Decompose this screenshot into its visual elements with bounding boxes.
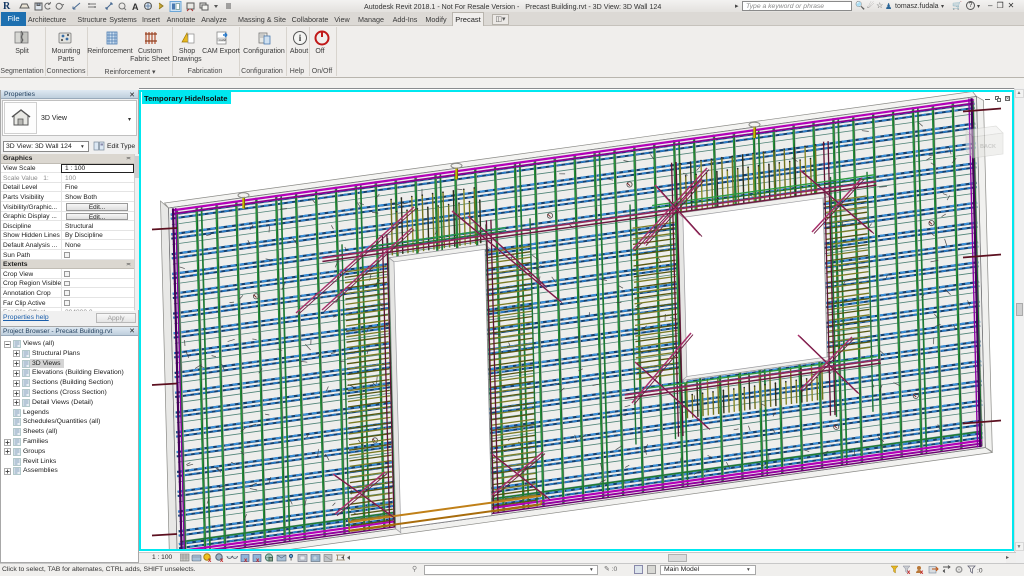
svg-text:A: A — [132, 2, 139, 12]
svg-text:BACK: BACK — [980, 144, 996, 150]
svg-text::0: :0 — [977, 568, 983, 575]
svg-text:x: x — [920, 570, 924, 575]
svg-text:CAM: CAM — [219, 38, 226, 42]
svg-text:x: x — [907, 570, 911, 575]
